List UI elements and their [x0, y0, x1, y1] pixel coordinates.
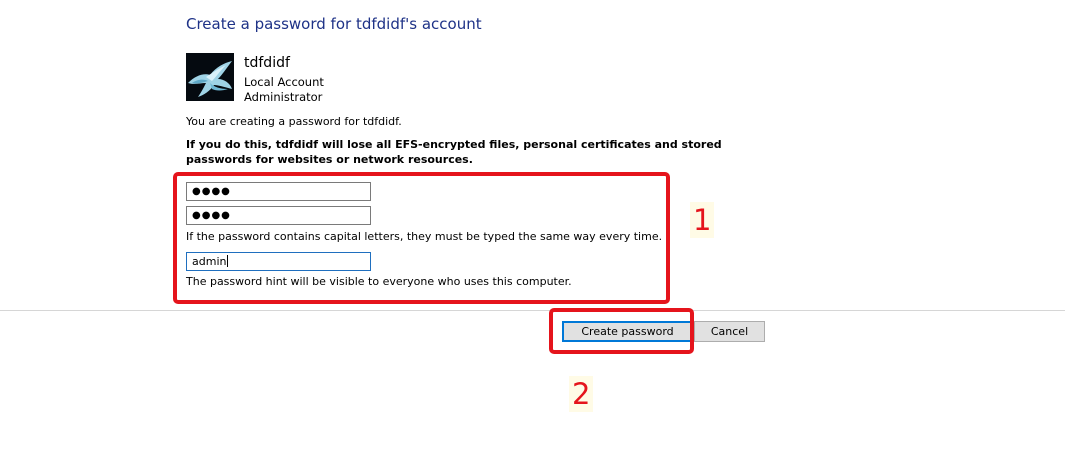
page-title: Create a password for tdfdidf's account [186, 15, 482, 33]
annotation-step-2-label: 2 [569, 376, 594, 412]
annotation-step-1-label: 1 [690, 202, 715, 238]
account-type: Local Account [244, 75, 324, 89]
account-name: tdfdidf [244, 55, 290, 71]
divider [0, 310, 1065, 311]
bird-icon [186, 53, 234, 101]
annotation-box-step-2 [549, 308, 694, 354]
avatar [186, 53, 234, 101]
annotation-box-step-1 [173, 172, 670, 304]
cancel-button[interactable]: Cancel [694, 321, 765, 342]
account-role: Administrator [244, 90, 323, 104]
creating-password-text: You are creating a password for tdfdidf. [186, 115, 402, 128]
efs-warning-text: If you do this, tdfdidf will lose all EF… [186, 138, 722, 166]
